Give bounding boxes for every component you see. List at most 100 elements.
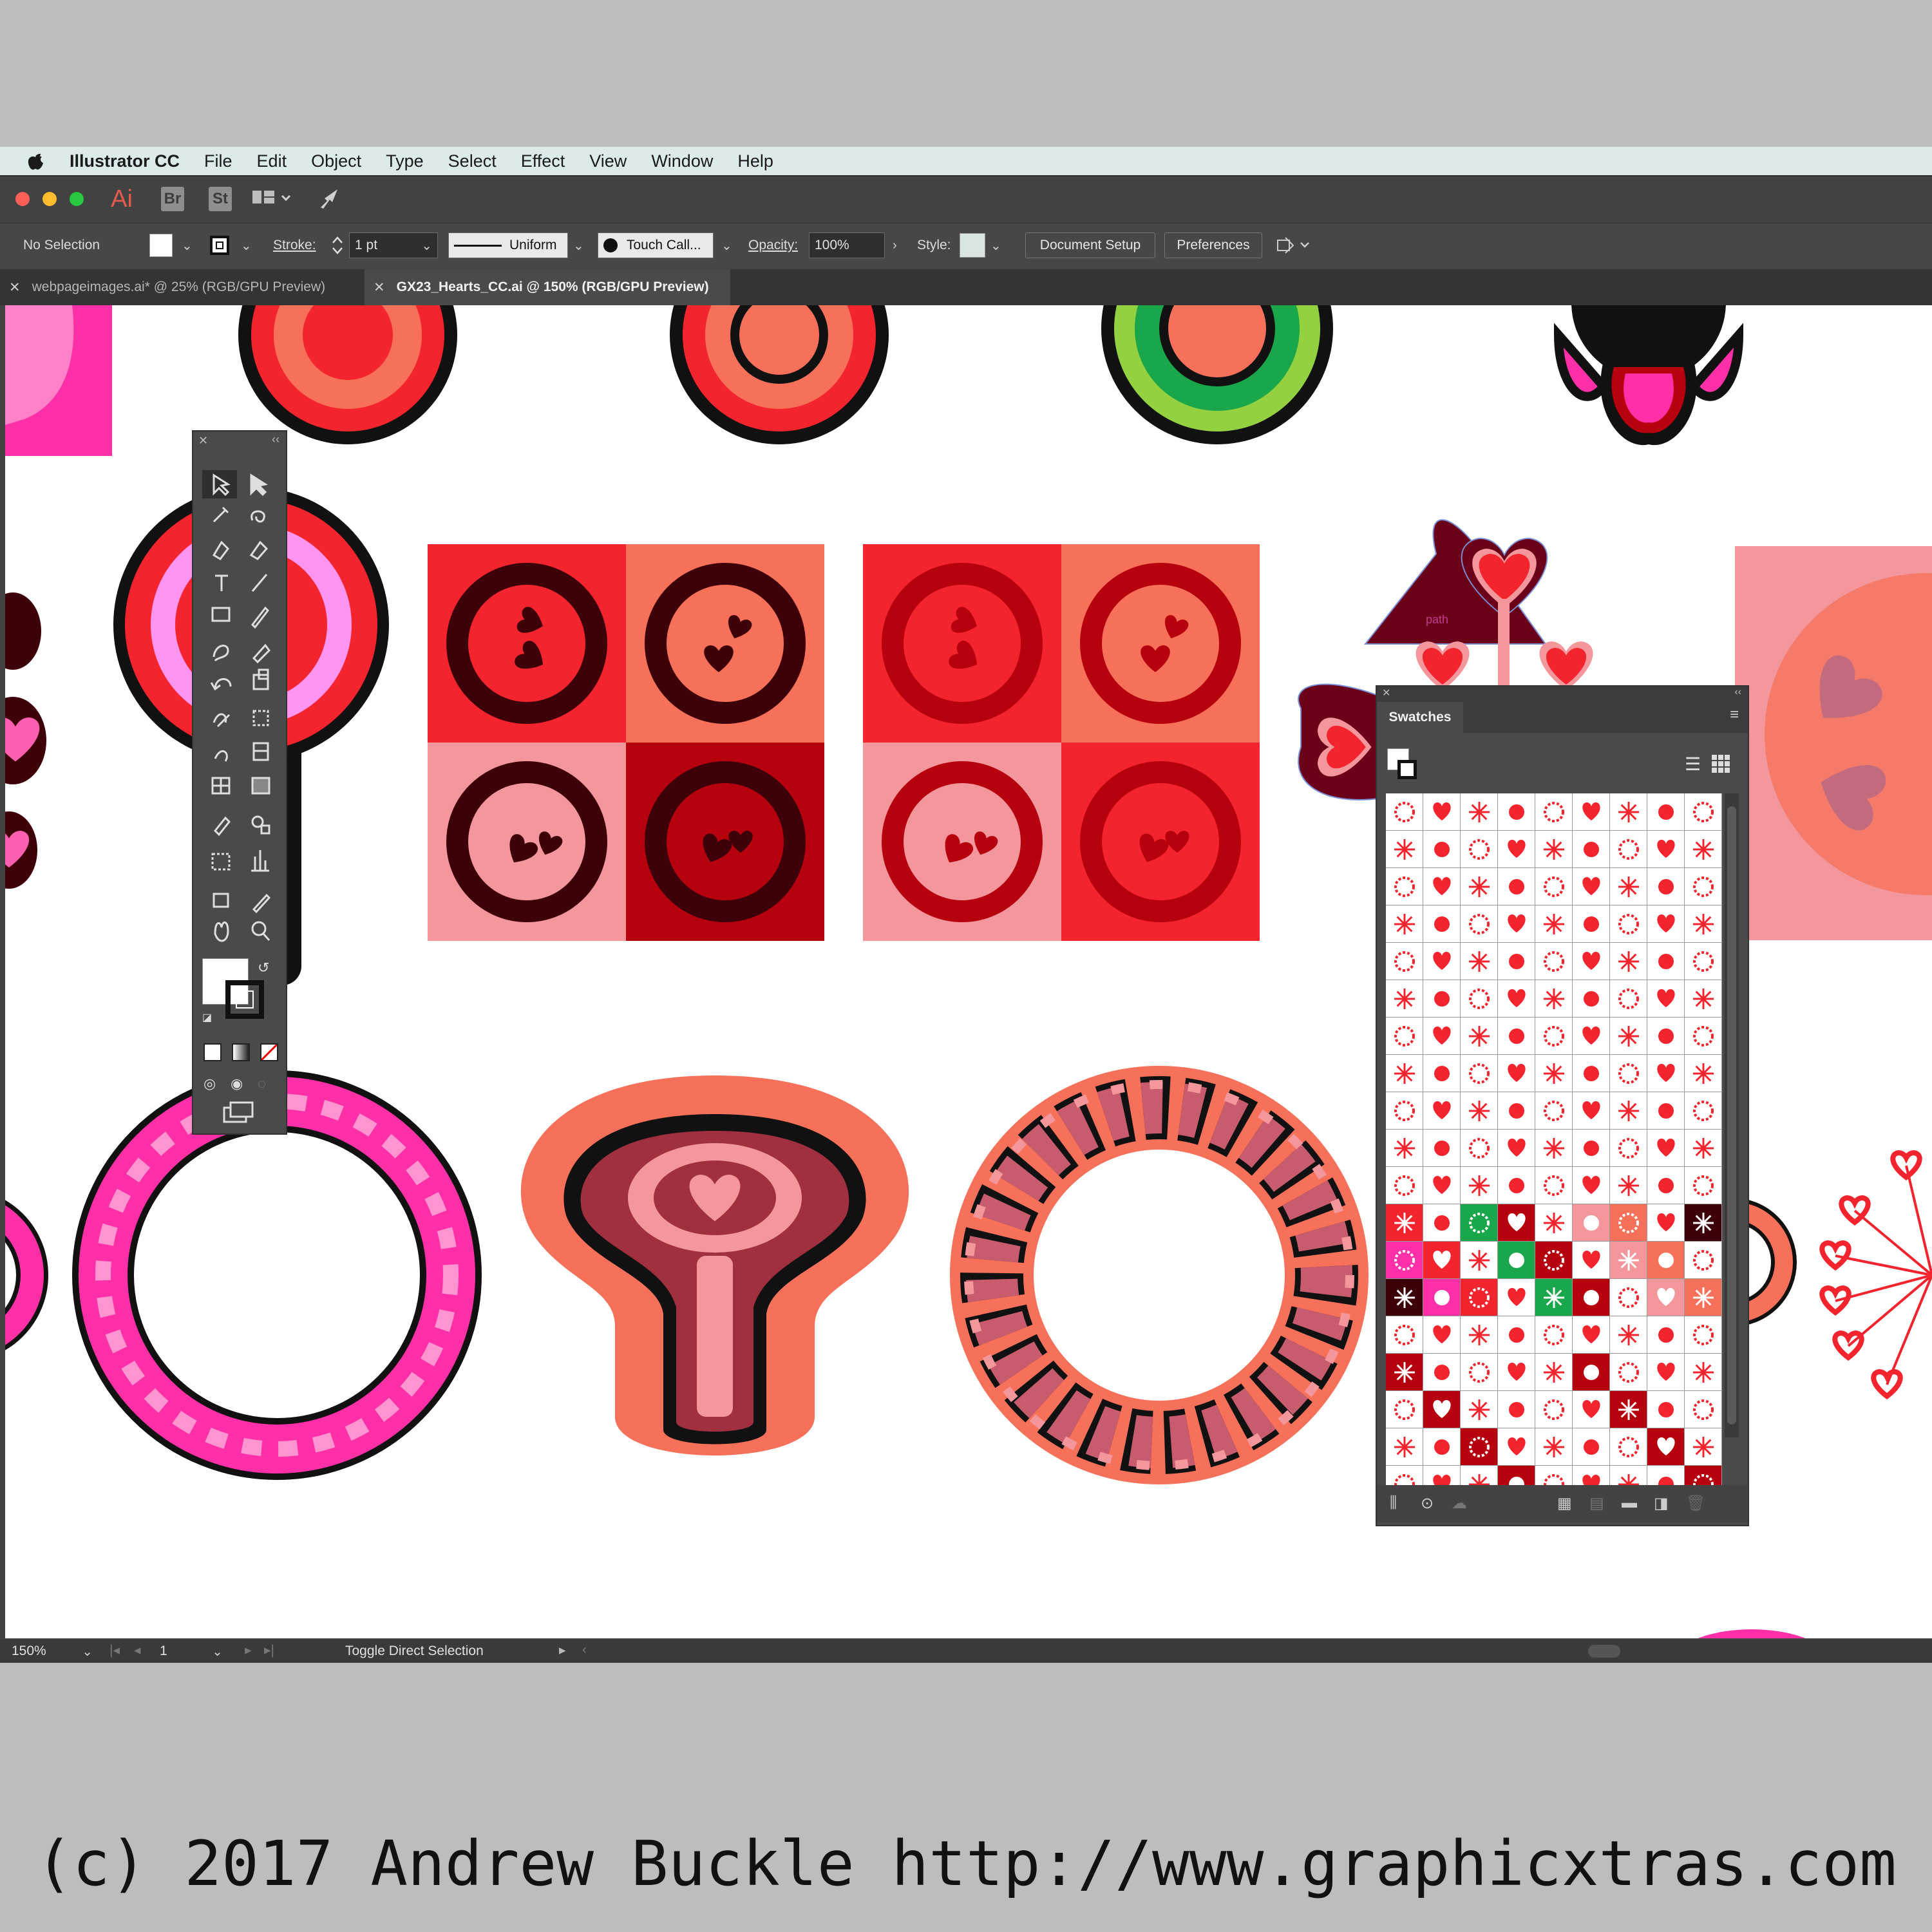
swatch-tile[interactable] (1685, 905, 1722, 943)
draw-inside-icon[interactable]: ◌ (258, 1075, 266, 1092)
tab-webpageimages[interactable]: ✕ webpageimages.ai* @ 25% (RGB/GPU Previe… (0, 269, 365, 305)
swatch-tile[interactable] (1573, 1316, 1610, 1354)
swatch-tile[interactable] (1423, 868, 1461, 905)
swatch-tile[interactable] (1573, 793, 1610, 831)
swatch-tile[interactable] (1498, 905, 1535, 943)
tab-swatches[interactable]: Swatches (1377, 702, 1463, 733)
swatch-tile[interactable] (1461, 1279, 1498, 1316)
swatch-tile[interactable] (1386, 1316, 1423, 1354)
swatch-tile[interactable] (1647, 943, 1685, 980)
stroke-weight-input[interactable]: 1 pt ⌄ (349, 232, 438, 258)
close-window-button[interactable] (15, 192, 30, 206)
swatch-tile[interactable] (1498, 1130, 1535, 1167)
artboard-number-input[interactable]: 1 ⌄ (155, 1642, 227, 1660)
swatch-tile[interactable] (1610, 793, 1647, 831)
swatch-tile[interactable] (1573, 868, 1610, 905)
swatch-tile[interactable] (1386, 905, 1423, 943)
swatch-tile[interactable] (1573, 831, 1610, 868)
swatch-tile[interactable] (1386, 1092, 1423, 1130)
swatch-tile[interactable] (1423, 793, 1461, 831)
swatch-tile[interactable] (1461, 943, 1498, 980)
swatch-tile[interactable] (1461, 980, 1498, 1018)
swatch-tile[interactable] (1610, 1316, 1647, 1354)
swatch-tile[interactable] (1647, 1279, 1685, 1316)
swatch-tile[interactable] (1386, 943, 1423, 980)
swatch-tile[interactable] (1535, 1242, 1573, 1279)
delete-swatch-icon[interactable]: 🗑 (1686, 1494, 1705, 1513)
arrange-documents-icon[interactable] (252, 191, 291, 211)
document-setup-button[interactable]: Document Setup (1025, 232, 1155, 258)
graphic-style-swatch[interactable] (960, 232, 985, 258)
screen-mode-icon[interactable] (223, 1101, 254, 1128)
gradient-mode-button[interactable] (232, 1043, 250, 1061)
swatch-tile[interactable] (1535, 980, 1573, 1018)
swatch-tile[interactable] (1685, 1279, 1722, 1316)
swatch-tile[interactable] (1685, 1130, 1722, 1167)
chevron-down-icon[interactable]: ⌄ (182, 232, 193, 258)
swatch-tile[interactable] (1461, 1167, 1498, 1204)
swatch-tile[interactable] (1386, 1167, 1423, 1204)
swatch-tile[interactable] (1685, 868, 1722, 905)
swatch-tile[interactable] (1386, 980, 1423, 1018)
swatch-tile[interactable] (1423, 1018, 1461, 1055)
close-icon[interactable]: ✕ (198, 434, 208, 448)
fill-swatch[interactable] (149, 232, 173, 258)
swatch-tile[interactable] (1461, 1055, 1498, 1092)
swatch-tile[interactable] (1647, 1428, 1685, 1466)
swatch-tile[interactable] (1498, 868, 1535, 905)
swatch-tile[interactable] (1423, 1204, 1461, 1242)
arrange-icon[interactable] (1276, 232, 1312, 258)
menu-file[interactable]: File (204, 151, 232, 171)
swatch-tile[interactable] (1647, 1204, 1685, 1242)
swatch-tile[interactable] (1461, 1092, 1498, 1130)
list-view-icon[interactable]: ☰ (1685, 753, 1701, 775)
swatch-tile[interactable] (1610, 1428, 1647, 1466)
swatch-tile[interactable] (1386, 868, 1423, 905)
color-mode-button[interactable] (204, 1043, 222, 1061)
swatch-tile[interactable] (1535, 1018, 1573, 1055)
minimize-window-button[interactable] (43, 192, 57, 206)
swap-colors-icon[interactable]: ↺ (258, 960, 269, 976)
swatch-tile[interactable] (1610, 905, 1647, 943)
swatch-tile[interactable] (1423, 1428, 1461, 1466)
swatch-tile[interactable] (1423, 1316, 1461, 1354)
swatch-tile[interactable] (1685, 1092, 1722, 1130)
swatch-tile[interactable] (1685, 943, 1722, 980)
first-artboard-icon[interactable]: |◂ (109, 1642, 120, 1658)
stroke-stepper[interactable] (331, 232, 344, 258)
swatch-tile[interactable] (1610, 1092, 1647, 1130)
swatch-tile[interactable] (1386, 1055, 1423, 1092)
swatch-tile[interactable] (1535, 1354, 1573, 1391)
swatch-tile[interactable] (1498, 1428, 1535, 1466)
zoom-window-button[interactable] (70, 192, 84, 206)
zoom-level-input[interactable]: 150% ⌄ (6, 1642, 97, 1660)
swatch-tile[interactable] (1386, 1428, 1423, 1466)
swatch-tile[interactable] (1685, 793, 1722, 831)
swatch-tile[interactable] (1573, 905, 1610, 943)
swatch-tile[interactable] (1498, 980, 1535, 1018)
none-mode-button[interactable] (260, 1043, 278, 1061)
swatch-tile[interactable] (1610, 1391, 1647, 1428)
swatch-tile[interactable] (1647, 1316, 1685, 1354)
swatch-tile[interactable] (1386, 1354, 1423, 1391)
swatch-tile[interactable] (1423, 980, 1461, 1018)
chevron-down-icon[interactable]: ⌄ (573, 232, 584, 258)
swatch-tile[interactable] (1573, 1279, 1610, 1316)
swatch-tile[interactable] (1610, 831, 1647, 868)
swatch-tile[interactable] (1610, 1130, 1647, 1167)
swatch-tile[interactable] (1461, 1428, 1498, 1466)
swatch-tile[interactable] (1535, 1279, 1573, 1316)
draw-normal-icon[interactable]: ◎ (204, 1075, 216, 1092)
swatch-tile[interactable] (1423, 905, 1461, 943)
swatch-tile[interactable] (1498, 1391, 1535, 1428)
swatch-tile[interactable] (1461, 905, 1498, 943)
menu-view[interactable]: View (589, 151, 627, 171)
status-menu-icon[interactable]: ▸ (559, 1642, 566, 1658)
menu-type[interactable]: Type (386, 151, 424, 171)
swatch-tile[interactable] (1573, 1391, 1610, 1428)
swatch-tile[interactable] (1461, 831, 1498, 868)
swatch-tile[interactable] (1647, 868, 1685, 905)
horizontal-scroll-thumb[interactable] (1588, 1645, 1620, 1658)
stroke-swatch[interactable] (1397, 760, 1417, 779)
swatch-tile[interactable] (1461, 1316, 1498, 1354)
